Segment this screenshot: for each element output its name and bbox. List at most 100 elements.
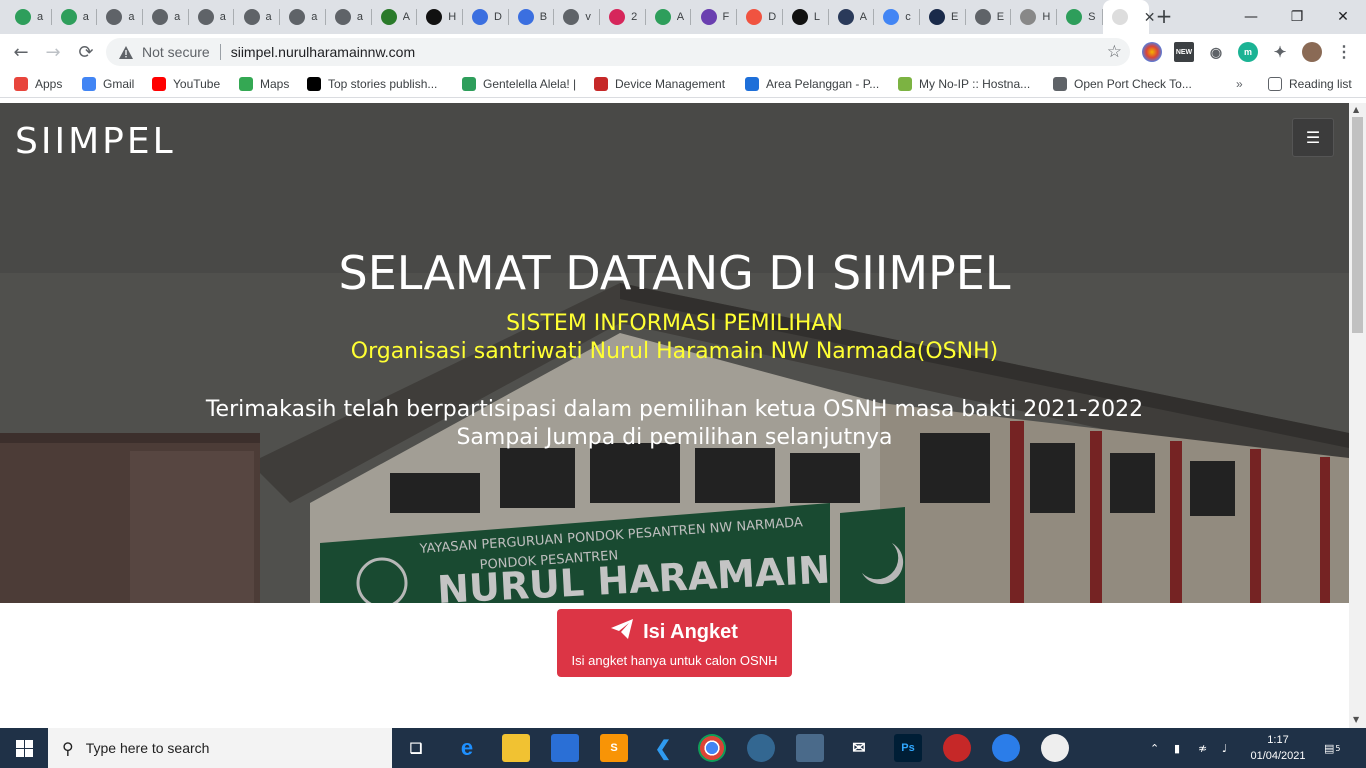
- browser-tab[interactable]: E: [966, 0, 1012, 34]
- forward-button[interactable]: →: [40, 39, 66, 65]
- vscode-icon[interactable]: ❮: [649, 734, 677, 762]
- gentelella-icon: [15, 9, 31, 25]
- brand-logo[interactable]: SIIMPEL: [15, 121, 176, 162]
- bookmark-item[interactable]: Gmail: [82, 76, 134, 92]
- browser-tab[interactable]: L: [783, 0, 829, 34]
- remote-desktop-icon[interactable]: [796, 734, 824, 762]
- restore-button[interactable]: ❐: [1274, 0, 1320, 34]
- isi-angket-button[interactable]: Isi Angket Isi angket hanya untuk calon …: [557, 609, 792, 677]
- bookmark-item[interactable]: Gentelella Alela! |: [462, 76, 576, 92]
- browser-tab[interactable]: A: [829, 0, 875, 34]
- browser-tab[interactable]: a: [143, 0, 189, 34]
- warning-icon[interactable]: [118, 44, 134, 60]
- google-icon: [883, 9, 900, 25]
- start-button[interactable]: [0, 728, 48, 768]
- bookmark-item[interactable]: Maps: [239, 76, 289, 92]
- browser-tab[interactable]: S: [1057, 0, 1103, 34]
- store-icon[interactable]: [551, 734, 579, 762]
- browser-tab[interactable]: a: [326, 0, 372, 34]
- scroll-down-icon[interactable]: ▼: [1353, 715, 1359, 724]
- extension-new-icon[interactable]: NEW: [1174, 42, 1194, 62]
- postgres-icon[interactable]: [747, 734, 775, 762]
- browser-tab[interactable]: H: [1011, 0, 1058, 34]
- browser-tab[interactable]: A: [646, 0, 692, 34]
- photoshop-icon[interactable]: Ps: [894, 734, 922, 762]
- close-window-button[interactable]: ✕: [1320, 0, 1366, 34]
- paper-plane-icon: [611, 619, 634, 645]
- bookmark-star-icon[interactable]: ☆: [1107, 42, 1122, 62]
- taskbar-clock[interactable]: 1:17 01/04/2021: [1240, 732, 1316, 764]
- profile-avatar[interactable]: [1302, 42, 1322, 62]
- hamburger-menu-button[interactable]: ☰: [1292, 118, 1334, 157]
- browser-tab[interactable]: H: [417, 0, 463, 34]
- link-icon: [472, 9, 488, 25]
- browser-tab[interactable]: A✕: [1102, 0, 1156, 34]
- app-blue-icon[interactable]: [992, 734, 1020, 762]
- tab-title: a: [37, 11, 44, 23]
- url-text[interactable]: siimpel.nurulharamainnw.com: [231, 44, 415, 60]
- aw-icon: [426, 9, 443, 25]
- chrome-icon[interactable]: [698, 734, 726, 762]
- browser-tab[interactable]: E: [920, 0, 966, 34]
- bookmark-item[interactable]: YouTube: [152, 76, 220, 92]
- bookmark-label: Apps: [35, 77, 63, 91]
- puzzle-icon[interactable]: ✦: [1270, 42, 1290, 62]
- page-icon: [1111, 9, 1128, 25]
- taskbar-search-box[interactable]: ⚲ Type here to search: [48, 728, 392, 768]
- browser-tab[interactable]: F: [692, 0, 738, 34]
- browser-tab[interactable]: a: [97, 0, 144, 34]
- extension-chrome-icon[interactable]: [1142, 42, 1162, 62]
- bookmark-item[interactable]: Device Management: [594, 76, 725, 92]
- sublime-text-icon[interactable]: S: [600, 734, 628, 762]
- notification-center-icon[interactable]: ▤ 5: [1324, 728, 1341, 768]
- google-icon: [82, 77, 96, 91]
- bookmark-item[interactable]: My No-IP :: Hostna...: [898, 76, 1030, 92]
- extension-m-icon[interactable]: m: [1238, 42, 1258, 62]
- browser-tab[interactable]: a: [235, 0, 281, 34]
- reading-list-button[interactable]: Reading list: [1268, 76, 1352, 92]
- mail-icon[interactable]: ✉: [845, 734, 873, 762]
- wifi-icon[interactable]: ≉: [1198, 728, 1207, 768]
- battery-icon[interactable]: ▮: [1174, 728, 1180, 768]
- app-red-icon[interactable]: [943, 734, 971, 762]
- security-label[interactable]: Not secure: [142, 44, 210, 60]
- browser-tab[interactable]: v: [554, 0, 601, 34]
- edge-icon[interactable]: e: [453, 734, 481, 762]
- browser-tab[interactable]: a: [52, 0, 98, 34]
- bookmark-item[interactable]: Open Port Check To...: [1053, 76, 1192, 92]
- globe-icon: [289, 9, 306, 25]
- camera-icon[interactable]: ◉: [1206, 42, 1226, 62]
- tray-overflow-icon[interactable]: ⌃: [1150, 728, 1159, 768]
- scrollbar-thumb[interactable]: [1352, 117, 1363, 333]
- browser-tab[interactable]: a: [280, 0, 326, 34]
- bookmark-item[interactable]: Apps: [14, 76, 62, 92]
- browser-tab[interactable]: a: [6, 0, 52, 34]
- bookmark-item[interactable]: Top stories publish...: [307, 76, 437, 92]
- browser-tab[interactable]: B: [509, 0, 555, 34]
- record-icon: [594, 77, 608, 91]
- new-tab-button[interactable]: +: [1152, 5, 1176, 29]
- scroll-up-icon[interactable]: ▲: [1353, 105, 1359, 114]
- dbeaver-icon[interactable]: [1041, 734, 1069, 762]
- browser-tab[interactable]: 2: [600, 0, 646, 34]
- minimize-button[interactable]: —: [1228, 0, 1274, 34]
- kebab-menu-icon[interactable]: ⋮: [1334, 42, 1354, 62]
- bookmark-item[interactable]: Area Pelanggan - P...: [745, 76, 879, 92]
- tab-title: D: [768, 11, 777, 23]
- back-button[interactable]: ←: [8, 39, 34, 65]
- browser-tab[interactable]: D: [737, 0, 783, 34]
- browser-tab[interactable]: D: [463, 0, 509, 34]
- browser-tab[interactable]: a: [189, 0, 235, 34]
- link-icon: [517, 9, 534, 25]
- page-scrollbar[interactable]: ▲ ▼: [1349, 103, 1366, 728]
- reload-button[interactable]: ⟳: [73, 39, 99, 65]
- task-view-icon[interactable]: ❏: [402, 734, 430, 762]
- volume-icon[interactable]: ♩: [1222, 728, 1227, 768]
- bookmarks-overflow-icon[interactable]: »: [1236, 76, 1243, 92]
- address-bar[interactable]: Not secure siimpel.nurulharamainnw.com ☆: [106, 38, 1130, 66]
- browser-tab[interactable]: c: [874, 0, 920, 34]
- bookmarks-bar: » Reading list Apps Gmail YouTube Maps Top s…: [0, 70, 1366, 98]
- gentelella-icon: [462, 77, 476, 91]
- file-explorer-icon[interactable]: [502, 734, 530, 762]
- browser-tab[interactable]: A: [372, 0, 418, 34]
